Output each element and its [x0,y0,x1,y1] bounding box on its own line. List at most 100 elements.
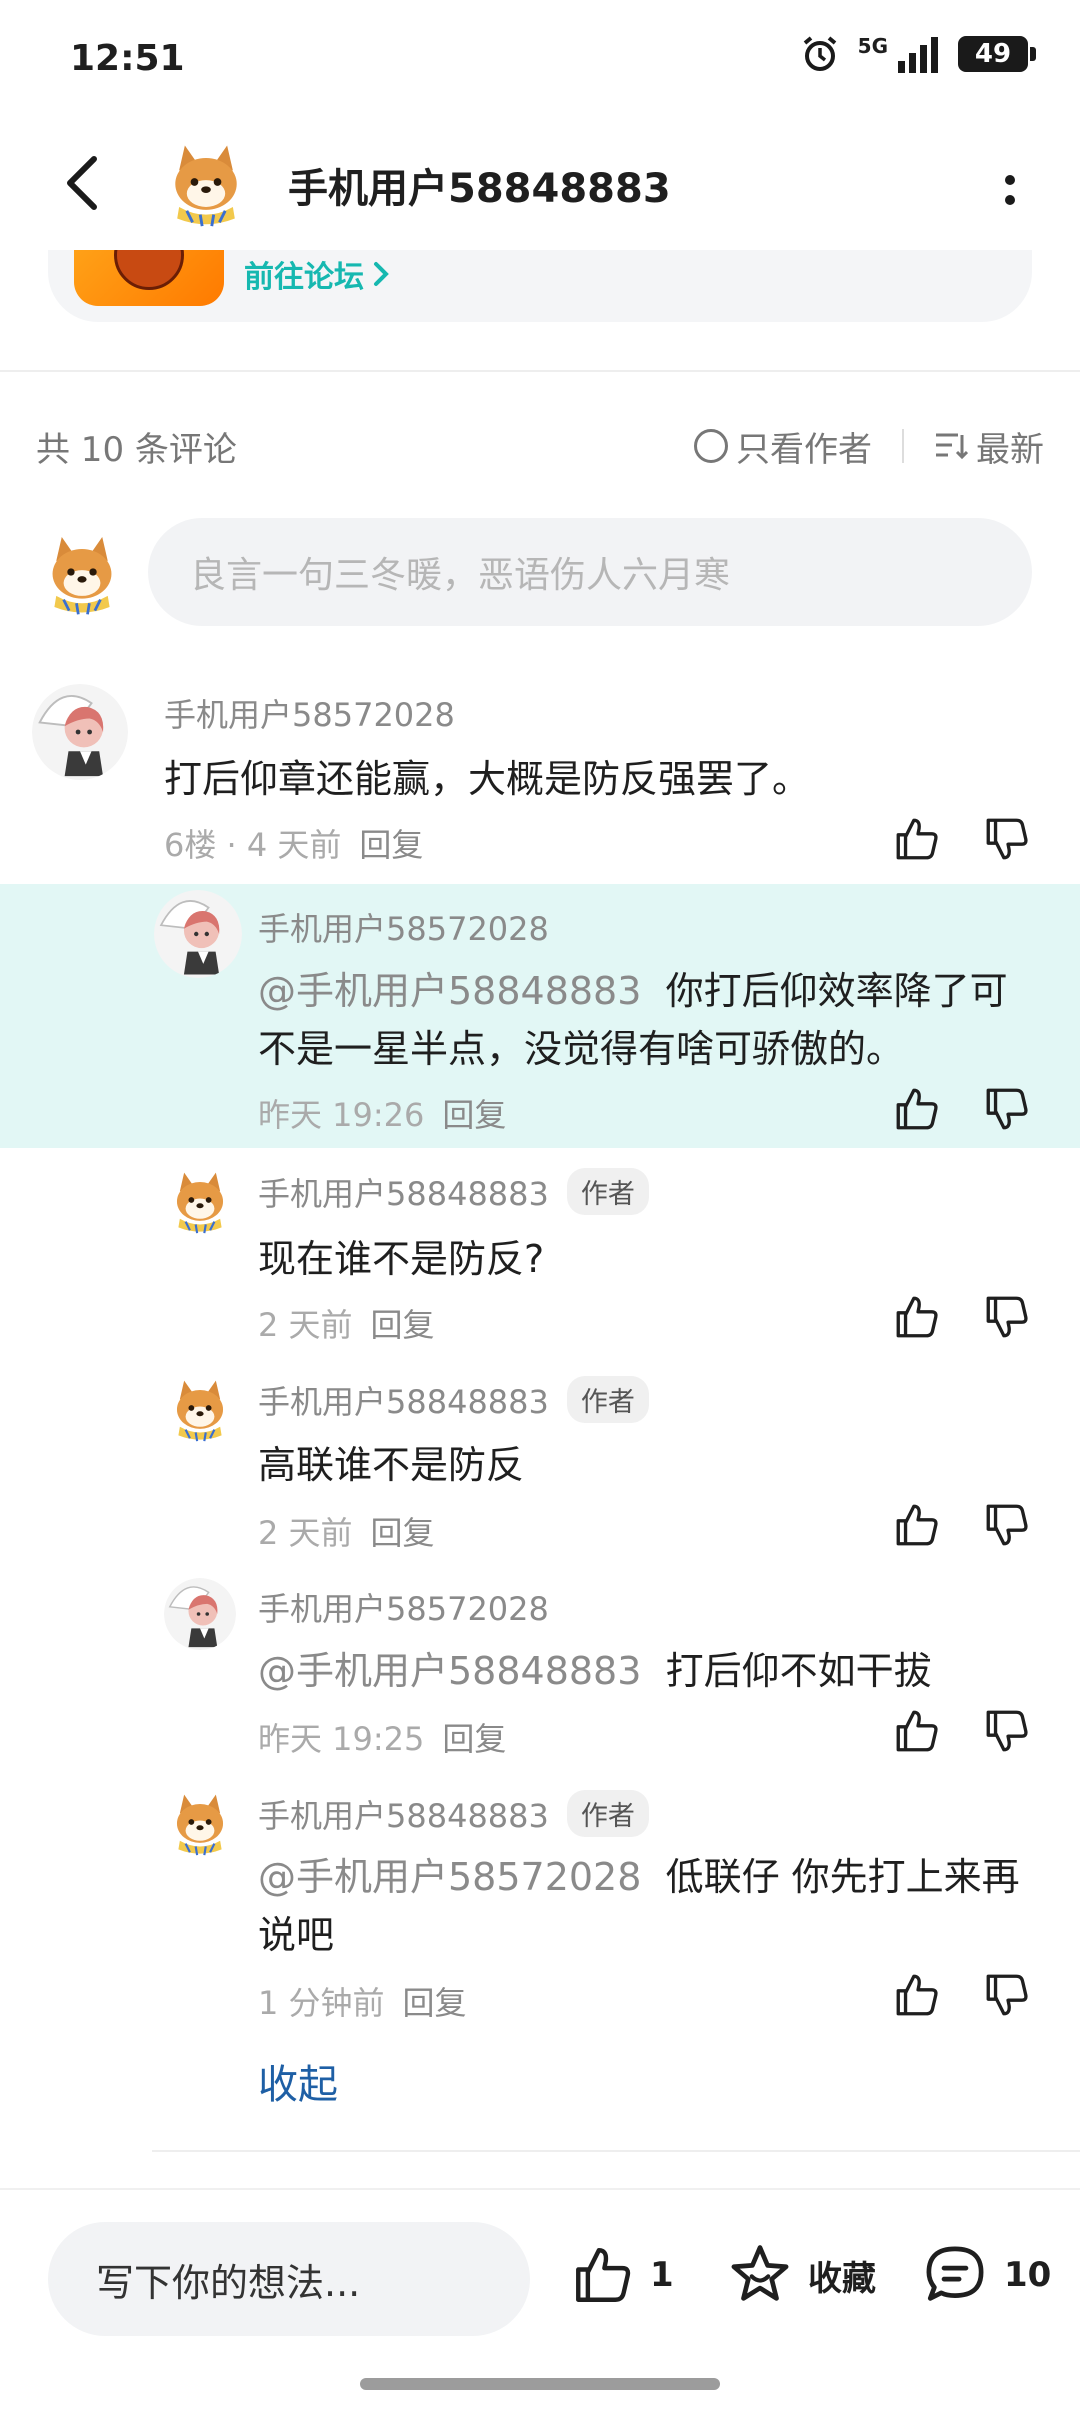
reply-button[interactable]: 回复 [359,820,423,866]
reply-avatar[interactable] [164,1164,236,1236]
reply-meta: 1 分钟前 回复 [258,1978,467,2024]
reply-avatar[interactable] [154,890,242,978]
reply-button[interactable]: 回复 [442,1714,506,1760]
reply-text: @手机用户58848883 你打后仰效率降了可不是一星半点，没觉得有啥可骄傲的。 [258,962,1028,1078]
thumbs-down-icon[interactable] [982,1084,1032,1134]
home-indicator[interactable] [360,2378,720,2390]
like-button[interactable]: 1 [570,2242,674,2308]
go-to-forum-link[interactable]: 前往论坛 [244,252,390,296]
author-badge: 作者 [566,1168,649,1215]
thumbs-down-icon[interactable] [982,814,1032,864]
vote-controls [892,1292,1032,1342]
thumbs-down-icon[interactable] [982,1500,1032,1550]
comment-count: 共 10 条评论 [36,429,237,470]
favorite-label: 收藏 [808,2258,876,2299]
favorite-button[interactable]: 收藏 [726,2242,876,2308]
reply-meta: 昨天 19:25 回复 [258,1714,506,1760]
signal-icon [898,37,938,73]
author-name[interactable]: 手机用户58848883 [288,156,671,214]
reply-time: 1 分钟前 [258,1984,385,2022]
reply-button[interactable]: 回复 [371,1300,435,1346]
reply-time: 昨天 19:26 [258,1096,425,1134]
radio-circle-icon[interactable] [694,429,728,463]
comment-meta: 6楼 · 4 天前 回复 [164,820,423,866]
toolbar-separator [902,429,904,463]
app-screen: 12:51 5G 49 前往论坛 手机用户58848883 共 10 条评论 只… [0,0,1080,2412]
like-icon [570,2242,636,2308]
reply-time: 2 天前 [258,1306,353,1344]
comments-toolbar: 共 10 条评论 只看作者 最新 [36,418,1044,474]
reply-avatar[interactable] [164,1578,236,1650]
battery-level: 49 [974,39,1012,69]
more-options-icon[interactable] [1000,160,1020,220]
reply-user-name[interactable]: 手机用户58848883 [258,1169,549,1215]
mention-link[interactable]: @手机用户58572028 [258,1855,641,1899]
reply-text: @手机用户58572028 低联仔 你先打上来再说吧 [258,1848,1048,1964]
status-time: 12:51 [70,38,185,79]
reply-meta: 2 天前 回复 [258,1508,435,1554]
status-icons: 5G 49 [800,34,1036,74]
vote-controls [892,1084,1032,1134]
reply-user-name[interactable]: 手机用户58848883 [258,1377,549,1423]
reply-username[interactable]: 手机用户58848883 作者 [258,1376,649,1423]
reply-button[interactable]: 回复 [442,1090,506,1136]
author-badge: 作者 [566,1376,649,1423]
author-only-toggle[interactable]: 只看作者 [736,422,872,471]
like-count: 1 [650,2255,674,2295]
vote-controls [892,1500,1032,1550]
reply-username[interactable]: 手机用户58848883 作者 [258,1790,649,1837]
mention-link[interactable]: @手机用户58848883 [258,1649,641,1693]
author-badge: 作者 [566,1790,649,1837]
comment-bubble-icon [926,2246,984,2301]
comment-divider [152,2150,1080,2152]
back-arrow-icon [67,156,97,210]
vote-controls [892,1970,1032,2020]
vote-controls [892,1706,1032,1756]
commenter-avatar[interactable] [32,684,128,780]
comment-text: 打后仰章还能赢，大概是防反强罢了。 [164,757,811,801]
battery-icon: 49 [958,36,1036,72]
reply-avatar[interactable] [164,1372,236,1444]
thumbs-up-icon[interactable] [892,814,942,864]
sort-icon[interactable] [934,431,968,461]
forum-link-label: 前往论坛 [244,260,364,295]
thumbs-down-icon[interactable] [982,1706,1032,1756]
reply-text: @手机用户58848883 打后仰不如干拔 [258,1642,1028,1700]
collapse-replies-link[interactable]: 收起 [258,2052,338,2110]
top-header: 手机用户58848883 [0,120,1080,250]
thumbs-down-icon[interactable] [982,1970,1032,2020]
status-bar: 12:51 5G 49 [0,0,1080,120]
sort-latest-button[interactable]: 最新 [976,422,1044,471]
mention-link[interactable]: @手机用户58848883 [258,969,641,1013]
vote-controls [892,814,1032,864]
thumbs-up-icon[interactable] [892,1500,942,1550]
comment-input[interactable]: 良言一句三冬暖，恶语伤人六月寒 [148,518,1032,626]
thumbs-up-icon[interactable] [892,1292,942,1342]
write-comment-input[interactable]: 写下你的想法... [48,2222,530,2336]
thumbs-up-icon[interactable] [892,1084,942,1134]
reply-username[interactable]: 手机用户58572028 [258,1584,549,1630]
reply-user-name[interactable]: 手机用户58848883 [258,1791,549,1837]
comment-total: 10 [1004,2255,1052,2295]
comments-button[interactable]: 10 [920,2242,1051,2308]
back-button[interactable] [52,148,112,218]
reply-meta: 昨天 19:26 回复 [258,1090,506,1136]
reply-username[interactable]: 手机用户58572028 [258,904,549,950]
reply-time: 2 天前 [258,1514,353,1552]
network-type: 5G [857,34,888,58]
comment-username[interactable]: 手机用户58572028 [164,690,455,736]
reply-text: 现在谁不是防反? [258,1237,545,1281]
reply-avatar[interactable] [164,1786,236,1858]
thumbs-up-icon[interactable] [892,1970,942,2020]
reply-text: 高联谁不是防反 [258,1443,525,1487]
thumbs-down-icon[interactable] [982,1292,1032,1342]
author-avatar[interactable] [158,134,254,230]
comment-time: 6楼 · 4 天前 [164,826,342,864]
reply-button[interactable]: 回复 [371,1508,435,1554]
thumbs-up-icon[interactable] [892,1706,942,1756]
chevron-right-icon [374,262,389,286]
reply-username[interactable]: 手机用户58848883 作者 [258,1168,649,1215]
star-icon [731,2245,789,2301]
reply-button[interactable]: 回复 [403,1978,467,2024]
section-divider [0,370,1080,372]
